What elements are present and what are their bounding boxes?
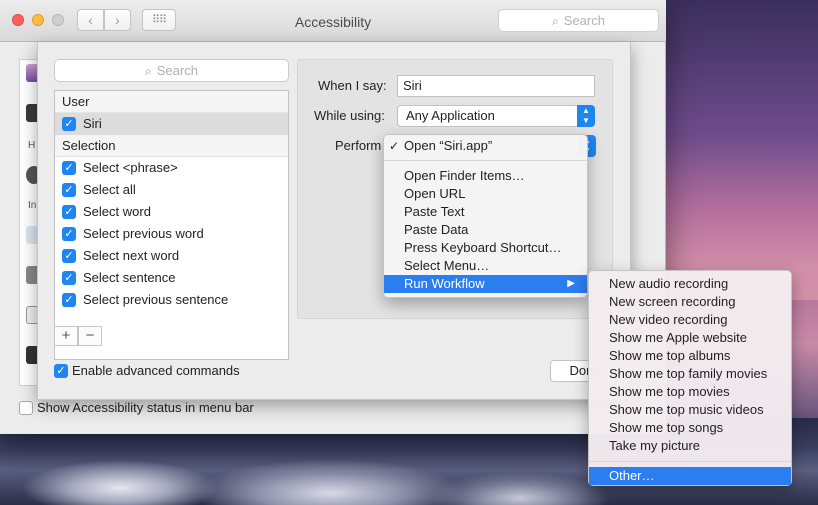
minimize-button[interactable]	[32, 14, 44, 26]
checkbox-checked-icon[interactable]: ✓	[62, 249, 76, 263]
menu-item[interactable]: Press Keyboard Shortcut…	[384, 239, 587, 257]
menu-separator	[384, 160, 587, 161]
menu-item[interactable]: Paste Data	[384, 221, 587, 239]
title-bar: ‹ › ⠿⠿ Accessibility ⌕ Search	[0, 0, 666, 42]
list-item[interactable]: ✓ Select sentence	[55, 267, 288, 289]
checkbox-checked-icon[interactable]: ✓	[62, 183, 76, 197]
submenu-item[interactable]: Show me top music videos	[589, 401, 791, 419]
status-bar-label: Show Accessibility status in menu bar	[37, 400, 254, 415]
menu-item[interactable]: Select Menu…	[384, 257, 587, 275]
list-item[interactable]: ✓ Select previous word	[55, 223, 288, 245]
submenu-item[interactable]: Show me top albums	[589, 347, 791, 365]
list-item-label: Select <phrase>	[83, 160, 178, 175]
search-placeholder: Search	[563, 13, 605, 28]
menu-item-open-siri[interactable]: ✓ Open “Siri.app”	[384, 137, 587, 155]
list-item-label: Select next word	[83, 248, 180, 263]
advanced-commands-checkbox[interactable]: ✓	[54, 364, 68, 378]
list-item-label: Siri	[83, 116, 102, 131]
advanced-commands-label: Enable advanced commands	[72, 363, 240, 378]
application-popup-value: Any Application	[406, 108, 495, 123]
list-item[interactable]: ✓ Select word	[55, 201, 288, 223]
forward-button[interactable]: ›	[104, 9, 131, 31]
list-item[interactable]: ✓ Select previous sentence	[55, 289, 288, 311]
list-item[interactable]: ✓ Select <phrase>	[55, 157, 288, 179]
list-item-label: Select previous word	[83, 226, 204, 241]
menu-item[interactable]: Paste Text	[384, 203, 587, 221]
search-placeholder: Search	[156, 63, 198, 78]
back-button[interactable]: ‹	[77, 9, 104, 31]
menu-item[interactable]: Open URL	[384, 185, 587, 203]
application-popup[interactable]: Any Application ▲ ▼	[397, 105, 595, 127]
menu-separator	[589, 461, 791, 462]
submenu-item[interactable]: Take my picture	[589, 437, 791, 455]
when-i-say-label: When I say:	[318, 78, 387, 93]
checkbox-checked-icon[interactable]: ✓	[62, 161, 76, 175]
phrase-input[interactable]: Siri	[397, 75, 595, 97]
menu-item[interactable]: Open Finder Items…	[384, 167, 587, 185]
submenu-item[interactable]: Show me top family movies	[589, 365, 791, 383]
chevron-left-icon: ‹	[88, 12, 93, 28]
add-command-button[interactable]: +	[54, 326, 78, 346]
submenu-item[interactable]: New audio recording	[589, 275, 791, 293]
list-section-header: Selection	[55, 135, 288, 157]
checkbox-checked-icon[interactable]: ✓	[62, 205, 76, 219]
submenu-item[interactable]: New video recording	[589, 311, 791, 329]
search-icon: ⌕	[145, 64, 152, 78]
window-title: Accessibility	[294, 14, 372, 30]
checkbox-checked-icon[interactable]: ✓	[62, 293, 76, 307]
list-section-header: User	[55, 91, 288, 113]
zoom-button[interactable]	[52, 14, 64, 26]
commands-search-field[interactable]: ⌕ Search	[54, 59, 289, 82]
window-search-field[interactable]: ⌕ Search	[498, 9, 659, 32]
list-item-label: Select all	[83, 182, 136, 197]
list-item[interactable]: ✓ Siri	[55, 113, 288, 135]
status-bar-checkbox[interactable]	[19, 401, 33, 415]
submenu-item[interactable]: New screen recording	[589, 293, 791, 311]
remove-command-button[interactable]: −	[78, 326, 102, 346]
chevron-right-icon: ›	[115, 12, 120, 28]
list-item-label: Select sentence	[83, 270, 176, 285]
commands-list[interactable]: User ✓ Siri Selection ✓ Select <phrase> ✓ S…	[54, 90, 289, 360]
menu-item-run-workflow[interactable]: Run Workflow ▶	[384, 275, 587, 293]
grid-icon: ⠿⠿	[151, 14, 167, 26]
desktop-sky	[660, 0, 818, 300]
category-letter: In	[28, 200, 37, 211]
perform-action-menu: ✓ Open “Siri.app” Open Finder Items… Open…	[383, 134, 588, 298]
category-letter: H	[28, 140, 36, 151]
submenu-item-other[interactable]: Other…	[589, 467, 791, 485]
close-button[interactable]	[12, 14, 24, 26]
checkmark-icon: ✓	[389, 139, 400, 153]
list-item[interactable]: ✓ Select next word	[55, 245, 288, 267]
while-using-label: While using:	[314, 108, 385, 123]
submenu-item[interactable]: Show me top movies	[589, 383, 791, 401]
checkbox-checked-icon[interactable]: ✓	[62, 271, 76, 285]
popup-arrows-icon: ▲▼	[577, 105, 595, 127]
checkbox-checked-icon[interactable]: ✓	[62, 117, 76, 131]
submenu-item[interactable]: Show me top songs	[589, 419, 791, 437]
submenu-item[interactable]: Show me Apple website	[589, 329, 791, 347]
perform-label: Perform	[335, 138, 382, 153]
show-all-button[interactable]: ⠿⠿	[142, 9, 176, 31]
list-item-label: Select previous sentence	[83, 292, 229, 307]
list-item[interactable]: ✓ Select all	[55, 179, 288, 201]
checkbox-checked-icon[interactable]: ✓	[62, 227, 76, 241]
search-icon: ⌕	[552, 14, 559, 28]
submenu-arrow-icon: ▶	[567, 278, 575, 289]
list-item-label: Select word	[83, 204, 151, 219]
workflow-submenu: New audio recording New screen recording…	[588, 270, 792, 486]
